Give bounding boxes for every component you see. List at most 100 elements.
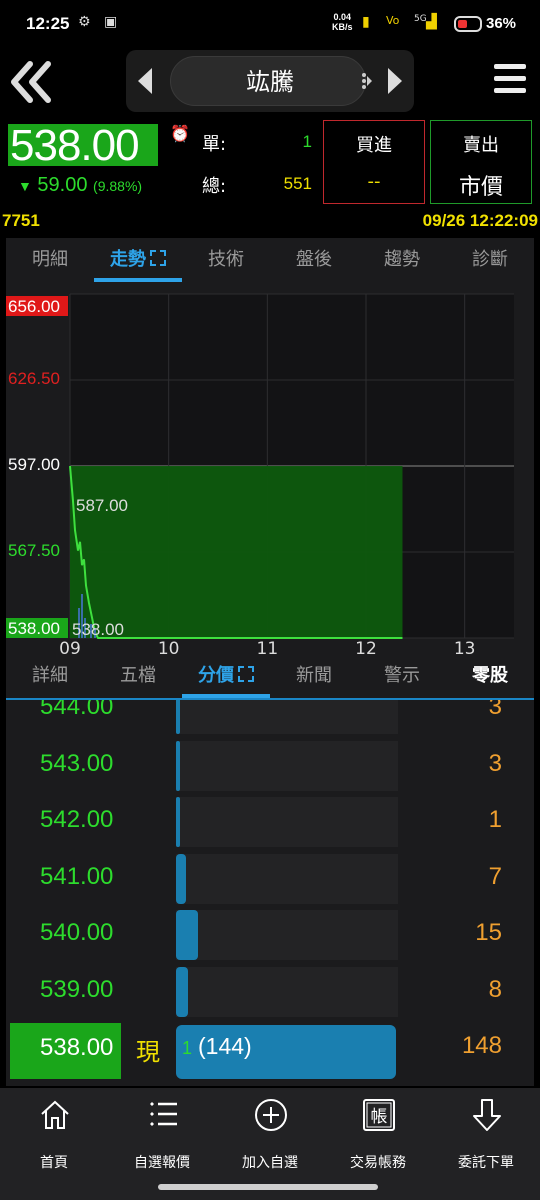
ladder-row[interactable]: 539.00 8 xyxy=(6,963,534,1019)
next-stock-button[interactable] xyxy=(388,68,402,94)
down-triangle-icon: ▼ xyxy=(18,178,32,194)
expand-icon[interactable] xyxy=(238,666,254,682)
order-down-arrow-icon xyxy=(473,1099,501,1131)
stock-selector[interactable]: 竑騰 xyxy=(126,50,414,112)
ladder-row[interactable]: 544.00 3 xyxy=(6,700,534,736)
change-percent: (9.88%) xyxy=(93,178,143,194)
ladder_tabs-tab-label: 分價 xyxy=(198,665,234,686)
chart-tabs: 明細 走勢 技術 盤後 趨勢 診斷 xyxy=(6,238,534,284)
ladder-row[interactable]: 541.00 7 xyxy=(6,850,534,906)
price-area xyxy=(70,466,403,638)
ladder_tabs-tab-5[interactable]: 零股 xyxy=(446,654,534,698)
chart_tabs-tab-3[interactable]: 盤後 xyxy=(270,238,358,282)
chart_tabs-tab-5[interactable]: 診斷 xyxy=(446,238,534,282)
home-indicator[interactable] xyxy=(158,1184,378,1190)
ladder-price: 544.00 xyxy=(40,700,114,720)
nav-account[interactable]: 帳 交易帳務 xyxy=(324,1088,432,1184)
chart_tabs-tab-1[interactable]: 走勢 xyxy=(94,238,182,282)
ladder-row[interactable]: 540.00 15 xyxy=(6,906,534,962)
last-price-box: 538.00 xyxy=(8,121,158,170)
sell-label: 賣出 xyxy=(463,135,499,156)
settings-icon: ⚙ xyxy=(78,14,91,30)
nav-home[interactable]: 首頁 xyxy=(0,1088,108,1184)
nav-add-watch[interactable]: 加入自選 xyxy=(216,1088,324,1184)
volume-bar xyxy=(176,853,187,904)
chart_tabs-tab-0[interactable]: 明細 xyxy=(6,238,94,282)
list-icon xyxy=(150,1102,177,1126)
ladder-volume: 3 xyxy=(488,700,502,720)
y-tick-label: 538.00 xyxy=(8,619,60,638)
quote-panel: 538.00 ⏰ ▼ 59.00 (9.88%) 單: 1 總: 551 買進 … xyxy=(0,118,540,208)
svg-text:帳: 帳 xyxy=(371,1107,388,1127)
unit-value: 1 xyxy=(302,132,312,151)
nav-order[interactable]: 委託下單 xyxy=(432,1088,540,1184)
chart_tabs-tab-label: 明細 xyxy=(32,249,68,270)
ladder-volume: 7 xyxy=(488,862,502,890)
ladder-price: 539.00 xyxy=(40,975,114,1003)
volume-track xyxy=(176,966,398,1017)
ladder-row[interactable]: 542.00 1 xyxy=(6,793,534,849)
message-icon: ▣ xyxy=(104,14,118,30)
ladder-price: 542.00 xyxy=(40,806,114,833)
reorder-grip-icon xyxy=(362,73,372,89)
price-ladder[interactable]: 544.00 3 543.00 3 542.00 1 541.00 7 540.00 15 539.… xyxy=(6,700,534,1086)
account-book-icon: 帳 xyxy=(363,1099,395,1131)
ladder-row-current[interactable]: 538.00 現 1 (144) 148 xyxy=(6,1019,534,1079)
ladder_tabs-tab-label: 五檔 xyxy=(120,665,156,686)
battery-icon xyxy=(454,16,482,32)
alarm-icon[interactable]: ⏰ xyxy=(170,124,190,143)
buy-button[interactable]: 買進 -- xyxy=(323,120,425,204)
ladder_tabs-tab-3[interactable]: 新聞 xyxy=(270,654,358,698)
volume-bar xyxy=(176,910,198,960)
odd-lot-count: 1 xyxy=(182,1038,193,1058)
volume-bar xyxy=(176,700,181,734)
total-value: 551 xyxy=(283,174,312,193)
nav-home-label: 首頁 xyxy=(40,1155,68,1171)
ladder_tabs-tab-label: 零股 xyxy=(472,665,508,686)
nav-add-watch-label: 加入自選 xyxy=(242,1155,298,1171)
intraday-chart[interactable]: 09 10 11 12 13 656.00 626.50 597.00 567.50 538.00… xyxy=(6,282,534,656)
ladder_tabs-tab-2[interactable]: 分價 xyxy=(182,654,270,698)
y-tick-label: 656.00 xyxy=(8,297,60,316)
stock-code: 7751 xyxy=(2,211,40,230)
ladder_tabs-tab-0[interactable]: 詳細 xyxy=(6,654,94,698)
volume-bar xyxy=(176,966,188,1017)
total-label: 總: xyxy=(202,176,227,197)
ladder-row[interactable]: 543.00 3 xyxy=(6,737,534,793)
ladder-price: 540.00 xyxy=(40,919,114,946)
ladder-volume: 15 xyxy=(475,919,502,946)
y-tick-label: 626.50 xyxy=(8,369,60,388)
expand-icon[interactable] xyxy=(150,250,166,266)
nav-order-label: 委託下單 xyxy=(458,1155,514,1171)
sell-button[interactable]: 賣出 市價 xyxy=(430,120,532,204)
back-button[interactable] xyxy=(6,58,56,106)
unit-label: 單: xyxy=(202,134,227,155)
status-bar: 12:25 ⚙ ▣ 0.04 KB/s ▮ Vo 5G ▟ 36% xyxy=(0,0,540,50)
net-speed: 0.04 KB/s xyxy=(332,12,353,32)
double-chevron-left-icon xyxy=(11,61,51,103)
sell-value: 市價 xyxy=(458,175,503,200)
add-circle-icon xyxy=(255,1099,287,1131)
chart_tabs-tab-label: 趨勢 xyxy=(384,249,420,270)
min-annotation: 538.00 xyxy=(72,620,124,639)
chart_tabs-tab-4[interactable]: 趨勢 xyxy=(358,238,446,282)
ladder_tabs-tab-4[interactable]: 警示 xyxy=(358,654,446,698)
chart_tabs-tab-2[interactable]: 技術 xyxy=(182,238,270,282)
nav-account-label: 交易帳務 xyxy=(350,1155,406,1171)
max-annotation: 587.00 xyxy=(76,496,128,515)
ladder-volume: 8 xyxy=(488,975,502,1003)
ladder-tabs: 詳細 五檔 分價 新聞 警示 零股 xyxy=(6,654,534,700)
ladder-price: 541.00 xyxy=(40,862,114,890)
volume-track xyxy=(176,910,398,960)
chart_tabs-tab-label: 盤後 xyxy=(296,249,332,270)
menu-button[interactable] xyxy=(494,64,526,98)
nav-watchlist[interactable]: 自選報價 xyxy=(108,1088,216,1184)
ladder_tabs-tab-label: 詳細 xyxy=(32,665,68,686)
current-tag: 現 xyxy=(136,1038,160,1066)
battery-percent: 36% xyxy=(486,15,517,32)
price-change: ▼ 59.00 (9.88%) xyxy=(18,174,143,196)
ladder_tabs-tab-1[interactable]: 五檔 xyxy=(94,654,182,698)
ladder-price: 538.00 xyxy=(40,1034,114,1061)
ladder-volume: 1 xyxy=(488,806,502,833)
title-bar: 竑騰 xyxy=(0,50,540,114)
